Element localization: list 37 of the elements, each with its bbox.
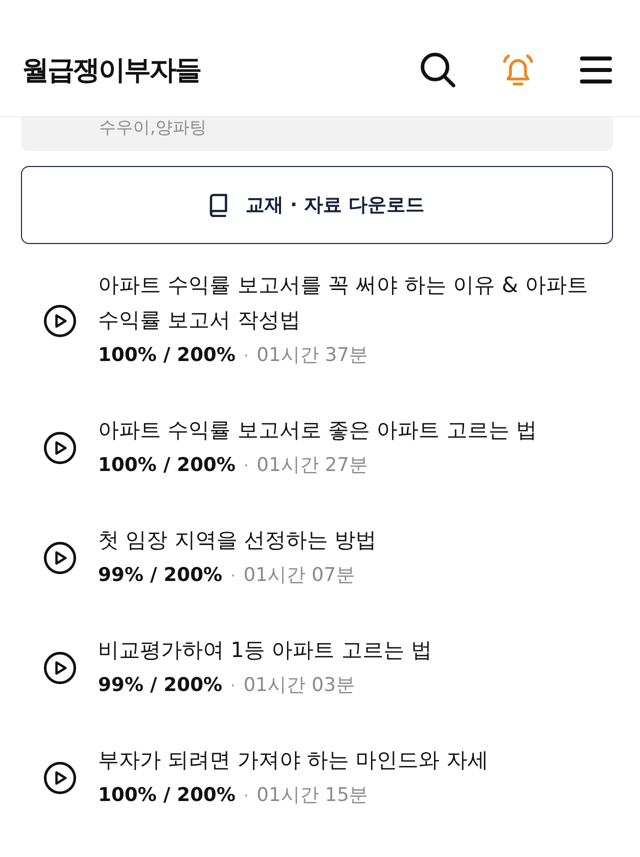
lesson-title: 아파트 수익률 보고서로 좋은 아파트 고르는 법 bbox=[98, 417, 538, 444]
bell-icon[interactable] bbox=[500, 52, 536, 88]
lesson-item[interactable]: 부자가 되려면 가져야 하는 마인드와 자세 100% / 200% · 01시간 15분 bbox=[21, 743, 613, 813]
separator: · bbox=[230, 565, 236, 587]
play-icon[interactable] bbox=[43, 651, 77, 685]
download-button[interactable]: 교재 · 자료 다운로드 bbox=[21, 166, 613, 244]
menu-icon[interactable] bbox=[580, 56, 612, 84]
duration-text: 01시간 15분 bbox=[256, 783, 368, 808]
lesson-title: 부자가 되려면 가져야 하는 마인드와 자세 bbox=[98, 747, 490, 774]
duration-text: 01시간 03분 bbox=[243, 673, 355, 698]
lesson-item[interactable]: 아파트 수익률 보고서로 좋은 아파트 고르는 법 100% / 200% · 01시간 27분 bbox=[21, 413, 613, 483]
book-icon bbox=[209, 193, 230, 217]
course-tags-text: 수우이,양파팅 bbox=[99, 117, 206, 139]
logo-text[interactable]: 월급쟁이부자들 bbox=[22, 52, 200, 88]
separator: · bbox=[244, 455, 249, 477]
separator: · bbox=[230, 675, 236, 697]
lesson-title: 첫 임장 지역을 선정하는 방법 bbox=[98, 527, 378, 554]
lesson-item[interactable]: 아파트 수익률 보고서를 꼭 써야 하는 이유 & 아파트 수익률 보고서 작성법 100% / 200% · 01시간 37분 bbox=[21, 268, 613, 373]
progress-text: 99% / 200% bbox=[98, 563, 222, 588]
separator: · bbox=[244, 345, 249, 367]
duration-text: 01시간 07분 bbox=[243, 563, 355, 588]
progress-text: 100% / 200% bbox=[98, 453, 236, 478]
progress-text: 99% / 200% bbox=[98, 673, 222, 698]
progress-text: 100% / 200% bbox=[98, 783, 236, 808]
lesson-item[interactable]: 비교평가하여 1등 아파트 고르는 법 99% / 200% · 01시간 03분 bbox=[21, 633, 613, 703]
play-icon[interactable] bbox=[43, 304, 77, 338]
play-icon[interactable] bbox=[43, 431, 77, 465]
play-icon[interactable] bbox=[43, 541, 77, 575]
lesson-item[interactable]: 첫 임장 지역을 선정하는 방법 99% / 200% · 01시간 07분 bbox=[21, 523, 613, 593]
lesson-title: 비교평가하여 1등 아파트 고르는 법 bbox=[98, 637, 434, 664]
lesson-title: 아파트 수익률 보고서를 꼭 써야 하는 이유 & 아파트 수익률 보고서 작성법 bbox=[98, 272, 589, 334]
separator: · bbox=[244, 785, 249, 807]
search-icon[interactable] bbox=[420, 52, 456, 88]
duration-text: 01시간 27분 bbox=[256, 453, 368, 478]
duration-text: 01시간 37분 bbox=[256, 343, 368, 368]
play-icon[interactable] bbox=[43, 761, 77, 795]
progress-text: 100% / 200% bbox=[98, 343, 236, 368]
